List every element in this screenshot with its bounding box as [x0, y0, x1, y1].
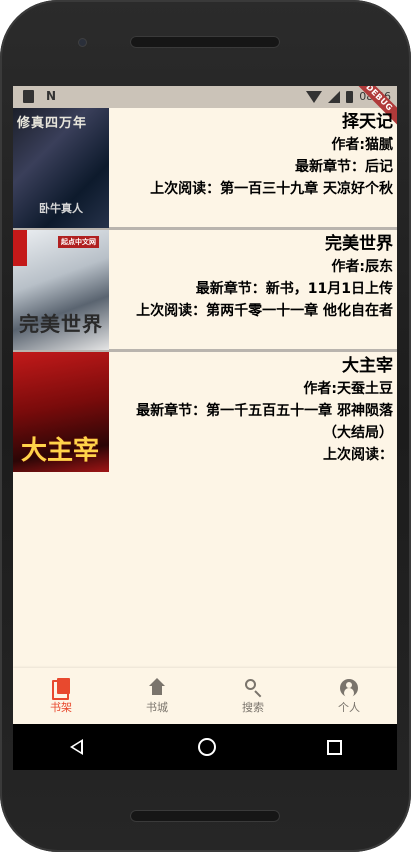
book-latest-chapter: 最新章节：第一千五百五十一章 邪神陨落 — [136, 403, 393, 419]
book-last-read: 上次阅读：第两千零一十一章 他化自在者 — [136, 303, 393, 319]
book-last-read: 上次阅读：第一百三十九章 天凉好个秋 — [150, 181, 393, 197]
phone-frame: N 08:46 DEBUG 修真四万年 卧牛真人 择天记 作者:猫腻 最新章节：… — [0, 0, 411, 852]
home-icon — [146, 677, 168, 699]
book-latest-chapter: 最新章节：新书，11月1日上传 — [195, 281, 393, 297]
book-row[interactable]: 大主宰 大主宰 作者:天蚕土豆 最新章节：第一千五百五十一章 邪神陨落 （大结局… — [13, 352, 397, 474]
back-button[interactable] — [68, 737, 88, 757]
book-title: 大主宰 — [342, 356, 393, 376]
notification-n-icon: N — [46, 89, 57, 103]
person-icon — [338, 677, 360, 699]
book-cover: 大主宰 — [13, 352, 109, 472]
book-title: 完美世界 — [325, 234, 393, 254]
cover-publisher-tag: 起点中文网 — [58, 236, 99, 248]
book-title: 择天记 — [342, 112, 393, 132]
wifi-icon — [306, 90, 323, 103]
bottom-speaker — [130, 810, 280, 822]
book-cover: 修真四万年 卧牛真人 — [13, 108, 109, 228]
book-info: 完美世界 作者:辰东 最新章节：新书，11月1日上传 上次阅读：第两千零一十一章… — [109, 230, 397, 349]
system-navigation-bar — [13, 724, 397, 770]
book-latest-chapter-cont: （大结局） — [323, 425, 393, 441]
tab-bookstore[interactable]: 书城 — [109, 668, 205, 724]
recent-apps-button[interactable] — [326, 739, 342, 755]
book-author: 作者:辰东 — [331, 259, 393, 275]
book-row[interactable]: 起点中文网 完美世界 完美世界 作者:辰东 最新章节：新书，11月1日上传 上次… — [13, 230, 397, 352]
book-info: 择天记 作者:猫腻 最新章节：后记 上次阅读：第一百三十九章 天凉好个秋 — [109, 108, 397, 227]
book-latest-chapter: 最新章节：后记 — [295, 159, 393, 175]
tab-label: 搜索 — [242, 701, 264, 714]
book-last-read: 上次阅读： — [323, 447, 393, 463]
cover-title: 大主宰 — [21, 436, 100, 466]
app-screen: N 08:46 DEBUG 修真四万年 卧牛真人 择天记 作者:猫腻 最新章节：… — [13, 86, 397, 770]
cover-title: 修真四万年 — [17, 116, 88, 131]
bottom-navigation: 书架 书城 搜索 个人 — [13, 668, 397, 724]
tab-label: 书架 — [50, 701, 72, 714]
tab-search[interactable]: 搜索 — [205, 668, 301, 724]
signal-icon — [328, 90, 341, 103]
book-author: 作者:猫腻 — [331, 137, 393, 153]
book-info: 大主宰 作者:天蚕土豆 最新章节：第一千五百五十一章 邪神陨落 （大结局） 上次… — [109, 352, 397, 474]
book-row[interactable]: 修真四万年 卧牛真人 择天记 作者:猫腻 最新章节：后记 上次阅读：第一百三十九… — [13, 108, 397, 230]
cover-author: 卧牛真人 — [39, 202, 83, 215]
bookshelf-icon — [50, 677, 72, 700]
book-list: 修真四万年 卧牛真人 择天记 作者:猫腻 最新章节：后记 上次阅读：第一百三十九… — [13, 108, 397, 474]
tab-label: 书城 — [146, 701, 168, 714]
front-camera — [78, 38, 87, 47]
book-cover: 起点中文网 完美世界 — [13, 230, 109, 350]
cover-title: 完美世界 — [19, 312, 103, 336]
home-button[interactable] — [198, 738, 217, 756]
tab-profile[interactable]: 个人 — [301, 668, 397, 724]
status-bar: N 08:46 DEBUG — [13, 86, 397, 131]
battery-icon — [346, 90, 354, 103]
cover-red-stripe — [13, 230, 27, 266]
tab-bookshelf[interactable]: 书架 — [13, 668, 109, 724]
book-author: 作者:天蚕土豆 — [303, 381, 393, 397]
earpiece-speaker — [130, 36, 280, 48]
tab-label: 个人 — [338, 701, 360, 714]
sd-card-icon — [23, 90, 34, 103]
search-icon — [242, 677, 264, 699]
